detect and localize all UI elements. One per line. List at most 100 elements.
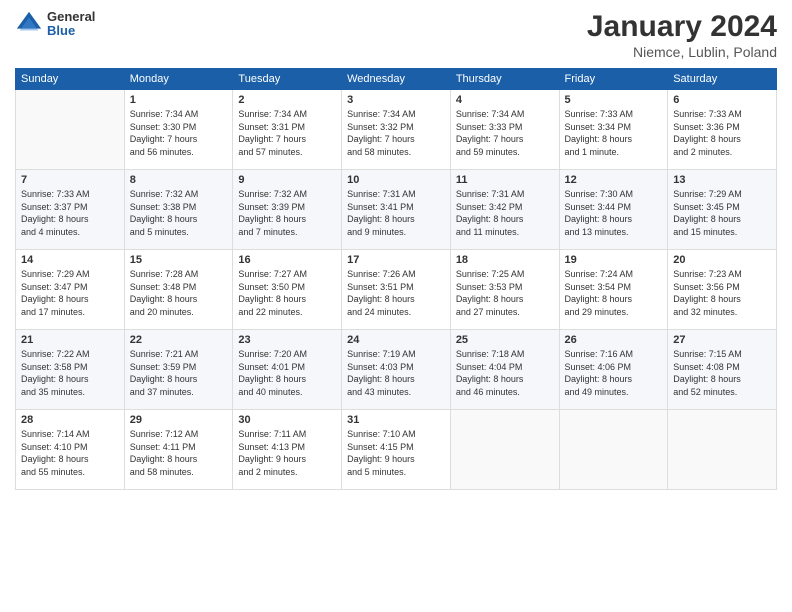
table-row: 13Sunrise: 7:29 AM Sunset: 3:45 PM Dayli…: [668, 170, 777, 250]
day-info: Sunrise: 7:30 AM Sunset: 3:44 PM Dayligh…: [565, 188, 663, 238]
day-info: Sunrise: 7:18 AM Sunset: 4:04 PM Dayligh…: [456, 348, 554, 398]
day-number: 19: [565, 254, 663, 266]
day-number: 31: [347, 414, 445, 426]
table-row: 30 Sunrise: 7:11 AM Sunset: 4:13 PM Dayli…: [233, 410, 342, 490]
week-row-5: 28Sunrise: 7:14 AM Sunset: 4:10 PM Dayli…: [16, 410, 777, 490]
logo-blue-text: Blue: [47, 24, 95, 38]
table-row: 8Sunrise: 7:32 AM Sunset: 3:38 PM Daylig…: [124, 170, 233, 250]
day-number: 27: [673, 334, 771, 346]
day-number: 12: [565, 174, 663, 186]
table-row: 29Sunrise: 7:12 AM Sunset: 4:11 PM Dayli…: [124, 410, 233, 490]
table-row: 20Sunrise: 7:23 AM Sunset: 3:56 PM Dayli…: [668, 250, 777, 330]
page: General Blue January 2024 Niemce, Lublin…: [0, 0, 792, 612]
col-sunday: Sunday: [16, 69, 125, 90]
day-number: 14: [21, 254, 119, 266]
week-row-4: 21 Sunrise: 7:22 AM Sunset: 3:58 PM Dayli…: [16, 330, 777, 410]
day-info: Sunrise: 7:21 AM Sunset: 3:59 PM Dayligh…: [130, 348, 228, 398]
day-number: 11: [456, 174, 554, 186]
day-info: Sunrise: 7:33 AM Sunset: 3:37 PM Dayligh…: [21, 188, 119, 238]
day-number: 1: [130, 94, 228, 106]
day-info: Sunrise: 7:31 AM Sunset: 3:41 PM Dayligh…: [347, 188, 445, 238]
day-number: 21: [21, 334, 119, 346]
logo: General Blue: [15, 10, 95, 39]
day-info: Sunrise: 7:10 AM Sunset: 4:15 PM Dayligh…: [347, 428, 445, 478]
week-row-2: 7 Sunrise: 7:33 AM Sunset: 3:37 PM Daylig…: [16, 170, 777, 250]
day-info: Sunrise: 7:11 AM Sunset: 4:13 PM Dayligh…: [238, 428, 336, 478]
table-row: 14 Sunrise: 7:29 AM Sunset: 3:47 PM Dayli…: [16, 250, 125, 330]
logo-text: General Blue: [47, 10, 95, 39]
table-row: 24 Sunrise: 7:19 AM Sunset: 4:03 PM Dayli…: [342, 330, 451, 410]
day-number: 22: [130, 334, 228, 346]
day-info: Sunrise: 7:24 AM Sunset: 3:54 PM Dayligh…: [565, 268, 663, 318]
calendar-title: January 2024: [587, 10, 777, 44]
table-row: 23 Sunrise: 7:20 AM Sunset: 4:01 PM Dayli…: [233, 330, 342, 410]
day-info: Sunrise: 7:15 AM Sunset: 4:08 PM Dayligh…: [673, 348, 771, 398]
table-row: 21 Sunrise: 7:22 AM Sunset: 3:58 PM Dayli…: [16, 330, 125, 410]
table-row: 22 Sunrise: 7:21 AM Sunset: 3:59 PM Dayli…: [124, 330, 233, 410]
table-row: 16Sunrise: 7:27 AM Sunset: 3:50 PM Dayli…: [233, 250, 342, 330]
table-row: 9Sunrise: 7:32 AM Sunset: 3:39 PM Daylig…: [233, 170, 342, 250]
logo-icon: [15, 10, 43, 38]
day-info: Sunrise: 7:27 AM Sunset: 3:50 PM Dayligh…: [238, 268, 336, 318]
day-number: 30: [238, 414, 336, 426]
table-row: 26 Sunrise: 7:16 AM Sunset: 4:06 PM Dayli…: [559, 330, 668, 410]
header: General Blue January 2024 Niemce, Lublin…: [15, 10, 777, 60]
day-info: Sunrise: 7:26 AM Sunset: 3:51 PM Dayligh…: [347, 268, 445, 318]
day-info: Sunrise: 7:29 AM Sunset: 3:45 PM Dayligh…: [673, 188, 771, 238]
table-row: 7 Sunrise: 7:33 AM Sunset: 3:37 PM Daylig…: [16, 170, 125, 250]
week-row-3: 14 Sunrise: 7:29 AM Sunset: 3:47 PM Dayli…: [16, 250, 777, 330]
table-row: 18 Sunrise: 7:25 AM Sunset: 3:53 PM Dayli…: [450, 250, 559, 330]
col-thursday: Thursday: [450, 69, 559, 90]
day-info: Sunrise: 7:34 AM Sunset: 3:32 PM Dayligh…: [347, 108, 445, 158]
day-info: Sunrise: 7:19 AM Sunset: 4:03 PM Dayligh…: [347, 348, 445, 398]
day-info: Sunrise: 7:32 AM Sunset: 3:39 PM Dayligh…: [238, 188, 336, 238]
table-row: 28Sunrise: 7:14 AM Sunset: 4:10 PM Dayli…: [16, 410, 125, 490]
day-number: 26: [565, 334, 663, 346]
day-number: 7: [21, 174, 119, 186]
table-row: 1Sunrise: 7:34 AM Sunset: 3:30 PM Daylig…: [124, 90, 233, 170]
table-row: 10Sunrise: 7:31 AM Sunset: 3:41 PM Dayli…: [342, 170, 451, 250]
day-number: 2: [238, 94, 336, 106]
table-row: 3 Sunrise: 7:34 AM Sunset: 3:32 PM Daylig…: [342, 90, 451, 170]
table-row: 6 Sunrise: 7:33 AM Sunset: 3:36 PM Daylig…: [668, 90, 777, 170]
day-number: 15: [130, 254, 228, 266]
table-row: 31 Sunrise: 7:10 AM Sunset: 4:15 PM Dayli…: [342, 410, 451, 490]
table-row: 4 Sunrise: 7:34 AM Sunset: 3:33 PM Daylig…: [450, 90, 559, 170]
table-row: 12 Sunrise: 7:30 AM Sunset: 3:44 PM Dayli…: [559, 170, 668, 250]
day-number: 24: [347, 334, 445, 346]
day-number: 3: [347, 94, 445, 106]
table-row: 17 Sunrise: 7:26 AM Sunset: 3:51 PM Dayli…: [342, 250, 451, 330]
day-info: Sunrise: 7:34 AM Sunset: 3:33 PM Dayligh…: [456, 108, 554, 158]
day-info: Sunrise: 7:22 AM Sunset: 3:58 PM Dayligh…: [21, 348, 119, 398]
table-row: [450, 410, 559, 490]
day-number: 4: [456, 94, 554, 106]
calendar-table: Sunday Monday Tuesday Wednesday Thursday…: [15, 68, 777, 490]
day-number: 17: [347, 254, 445, 266]
day-number: 8: [130, 174, 228, 186]
day-info: Sunrise: 7:31 AM Sunset: 3:42 PM Dayligh…: [456, 188, 554, 238]
day-info: Sunrise: 7:25 AM Sunset: 3:53 PM Dayligh…: [456, 268, 554, 318]
day-info: Sunrise: 7:12 AM Sunset: 4:11 PM Dayligh…: [130, 428, 228, 478]
col-tuesday: Tuesday: [233, 69, 342, 90]
day-number: 18: [456, 254, 554, 266]
day-number: 6: [673, 94, 771, 106]
table-row: 15 Sunrise: 7:28 AM Sunset: 3:48 PM Dayli…: [124, 250, 233, 330]
day-number: 23: [238, 334, 336, 346]
table-row: [559, 410, 668, 490]
calendar-subtitle: Niemce, Lublin, Poland: [587, 44, 777, 60]
day-info: Sunrise: 7:33 AM Sunset: 3:36 PM Dayligh…: [673, 108, 771, 158]
day-info: Sunrise: 7:20 AM Sunset: 4:01 PM Dayligh…: [238, 348, 336, 398]
week-row-1: 1Sunrise: 7:34 AM Sunset: 3:30 PM Daylig…: [16, 90, 777, 170]
table-row: 27 Sunrise: 7:15 AM Sunset: 4:08 PM Dayli…: [668, 330, 777, 410]
table-row: 2Sunrise: 7:34 AM Sunset: 3:31 PM Daylig…: [233, 90, 342, 170]
day-info: Sunrise: 7:28 AM Sunset: 3:48 PM Dayligh…: [130, 268, 228, 318]
table-row: [16, 90, 125, 170]
table-row: 11 Sunrise: 7:31 AM Sunset: 3:42 PM Dayli…: [450, 170, 559, 250]
day-number: 28: [21, 414, 119, 426]
day-number: 25: [456, 334, 554, 346]
day-info: Sunrise: 7:23 AM Sunset: 3:56 PM Dayligh…: [673, 268, 771, 318]
table-row: 5Sunrise: 7:33 AM Sunset: 3:34 PM Daylig…: [559, 90, 668, 170]
day-info: Sunrise: 7:29 AM Sunset: 3:47 PM Dayligh…: [21, 268, 119, 318]
col-wednesday: Wednesday: [342, 69, 451, 90]
day-info: Sunrise: 7:16 AM Sunset: 4:06 PM Dayligh…: [565, 348, 663, 398]
